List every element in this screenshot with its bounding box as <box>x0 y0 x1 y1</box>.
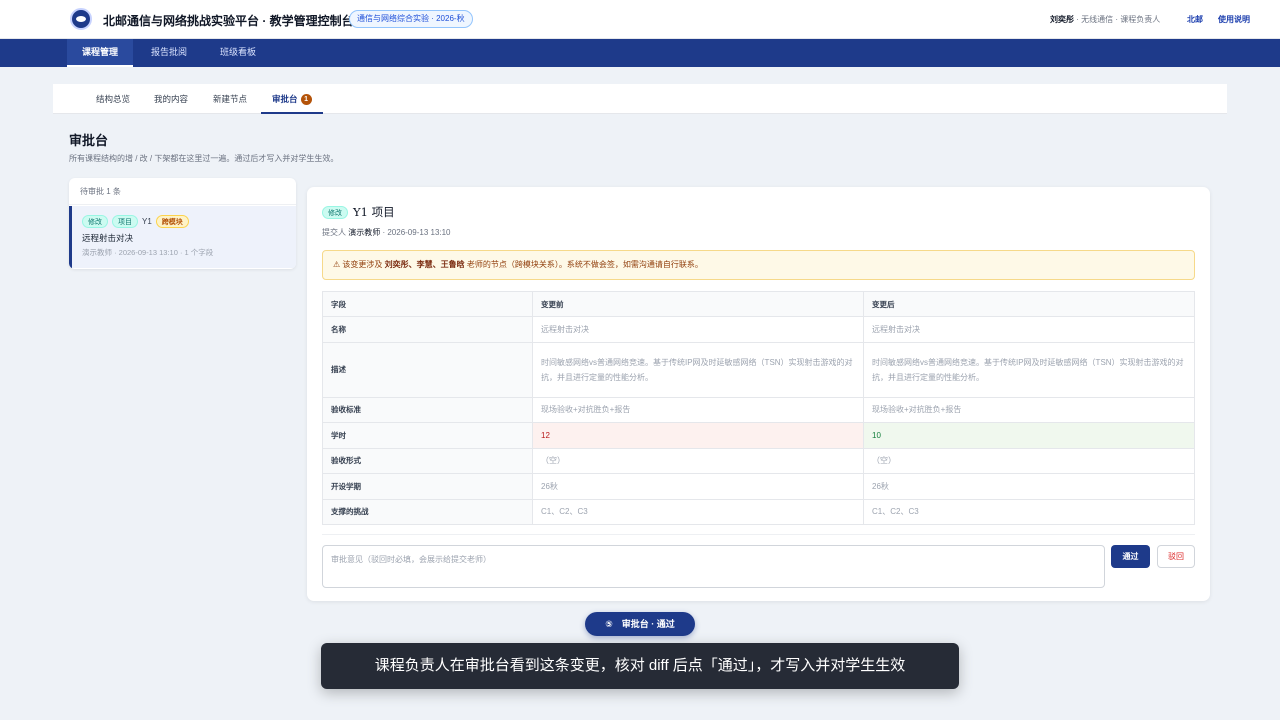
queue-header: 待审批 1 条 <box>69 178 296 205</box>
row-before-changed: 12 <box>532 422 864 449</box>
subtab-structure-overview[interactable]: 结构总览 <box>96 84 130 114</box>
submitter-label: 提交人 <box>322 228 349 237</box>
divider <box>322 534 1195 535</box>
table-row-changed: 学时 12 10 <box>322 422 1195 449</box>
detail-title: Y1 项目 <box>353 205 395 219</box>
row-field: 验收标准 <box>322 396 533 423</box>
table-row: 验收标准 现场验收+对抗胜负+报告 现场验收+对抗胜负+报告 <box>322 396 1195 423</box>
row-after: 26秋 <box>863 473 1195 500</box>
row-after: 时间敏感网络vs普通网络竞速。基于传统IP网及时延敏感网络（TSN）实现射击游戏… <box>863 341 1195 398</box>
top-header: 北邮通信与网络挑战实验平台 · 教学管理控制台 通信与网络综合实验 · 2026… <box>0 0 1280 39</box>
detail-heading: 修改 Y1 项目 <box>322 204 395 220</box>
col-after: 变更后 <box>863 291 1195 317</box>
table-row: 开设学期 26秋 26秋 <box>322 473 1195 500</box>
row-after: 远程射击对决 <box>863 316 1195 343</box>
main-nav: 课程管理 报告批阅 班级看板 <box>0 39 1280 67</box>
table-row: 描述 时间敏感网络vs普通网络竞速。基于传统IP网及时延敏感网络（TSN）实现射… <box>322 341 1195 398</box>
logo-icon <box>70 8 92 30</box>
org-link[interactable]: 北邮 <box>1187 14 1203 25</box>
warning-names: 刘奕彤、李慧、王鲁晗 <box>384 260 465 269</box>
app-title: 北邮通信与网络挑战实验平台 · 教学管理控制台 <box>103 14 354 28</box>
cross-module-warning: ⚠ 该变更涉及 刘奕彤、李慧、王鲁晗 老师的节点（跨模块关系）。系统不做会签，如… <box>322 250 1195 280</box>
cross-module-chip: 跨模块 <box>155 214 189 228</box>
warning-suffix: 老师的节点（跨模块关系）。系统不做会签，如需沟通请自行联系。 <box>464 260 703 269</box>
tutorial-caption: 课程负责人在审批台看到这条变更，核对 diff 后点「通过」，才写入并对学生生效 <box>321 643 959 689</box>
row-before: C1、C2、C3 <box>532 498 864 525</box>
queue-item-title: 远程射击对决 <box>82 233 134 243</box>
user-info: 刘奕彤 · 无线通信 · 课程负责人 <box>1050 14 1160 25</box>
row-before: 远程射击对决 <box>532 316 864 343</box>
table-row: 验收形式 （空） （空） <box>322 447 1195 474</box>
pending-queue: 待审批 1 条 修改 项目 Y1 跨模块 远程射击对决 演示教师 · 2026-… <box>69 178 296 269</box>
col-field: 字段 <box>322 291 533 317</box>
subtab-my-content[interactable]: 我的内容 <box>154 84 188 114</box>
help-link[interactable]: 使用说明 <box>1218 14 1250 25</box>
row-after: C1、C2、C3 <box>863 498 1195 525</box>
reject-button[interactable]: 驳回 <box>1157 545 1195 568</box>
row-before: 现场验收+对抗胜负+报告 <box>532 396 864 423</box>
review-comment-input[interactable] <box>322 545 1105 588</box>
subtab-new-node[interactable]: 新建节点 <box>213 84 247 114</box>
node-code: Y1 <box>142 216 152 226</box>
queue-item[interactable]: 修改 项目 Y1 跨模块 远程射击对决 演示教师 · 2026-09-13 13… <box>69 206 296 268</box>
approve-button[interactable]: 通过 <box>1111 545 1150 568</box>
nav-tab-course-management[interactable]: 课程管理 <box>67 39 133 67</box>
row-field: 描述 <box>322 341 533 398</box>
queue-item-meta: 演示教师 · 2026-09-13 13:10 · 1 个字段 <box>82 248 214 257</box>
detail-meta: 提交人 演示教师 · 2026-09-13 13:10 <box>322 227 451 238</box>
page-subtitle: 所有课程结构的增 / 改 / 下架都在这里过一遍。通过后才写入并对学生生效。 <box>69 154 339 163</box>
warning-prefix: ⚠ 该变更涉及 <box>333 260 385 269</box>
diff-table: 字段 变更前 变更后 名称 远程射击对决 远程射击对决 描述 时间敏感网络vs普… <box>322 291 1195 525</box>
table-row: 支撑的挑战 C1、C2、C3 C1、C2、C3 <box>322 498 1195 525</box>
table-row: 名称 远程射击对决 远程射击对决 <box>322 316 1195 343</box>
term-badge[interactable]: 通信与网络综合实验 · 2026-秋 <box>349 10 473 28</box>
user-role: · 无线通信 · 课程负责人 <box>1074 15 1161 24</box>
nav-tab-class-board[interactable]: 班级看板 <box>208 39 268 67</box>
user-name: 刘奕彤 <box>1050 15 1074 24</box>
step-indicator: ⑤ 审批台 · 通过 <box>585 612 695 636</box>
subtab-approval-label: 审批台 <box>272 94 298 104</box>
row-field: 验收形式 <box>322 447 533 474</box>
row-before: 26秋 <box>532 473 864 500</box>
change-detail-panel: 修改 Y1 项目 提交人 演示教师 · 2026-09-13 13:10 ⚠ 该… <box>307 187 1210 601</box>
type-chip: 项目 <box>112 214 138 228</box>
detail-action-chip: 修改 <box>322 205 348 219</box>
subtab-approval[interactable]: 审批台 1 <box>261 84 323 114</box>
row-field: 开设学期 <box>322 473 533 500</box>
row-after: 现场验收+对抗胜负+报告 <box>863 396 1195 423</box>
row-after-changed: 10 <box>863 422 1195 449</box>
row-field: 名称 <box>322 316 533 343</box>
pending-count-badge: 1 <box>300 94 312 105</box>
row-before: （空） <box>532 447 864 474</box>
submitter-name: 演示教师 <box>348 228 381 237</box>
action-chip: 修改 <box>82 214 108 228</box>
row-before: 时间敏感网络vs普通网络竞速。基于传统IP网及时延敏感网络（TSN）实现射击游戏… <box>532 341 864 398</box>
diff-header-row: 字段 变更前 变更后 <box>322 291 1195 317</box>
sub-tabs: 结构总览 我的内容 新建节点 审批台 1 <box>53 84 1227 114</box>
page-title: 审批台 <box>69 133 109 148</box>
queue-item-chips: 修改 项目 Y1 跨模块 <box>82 214 296 228</box>
nav-tab-report-review[interactable]: 报告批阅 <box>139 39 199 67</box>
col-before: 变更前 <box>532 291 864 317</box>
row-field: 支撑的挑战 <box>322 498 533 525</box>
submit-time: · 2026-09-13 13:10 <box>380 228 451 237</box>
row-after: （空） <box>863 447 1195 474</box>
row-field: 学时 <box>322 422 533 449</box>
